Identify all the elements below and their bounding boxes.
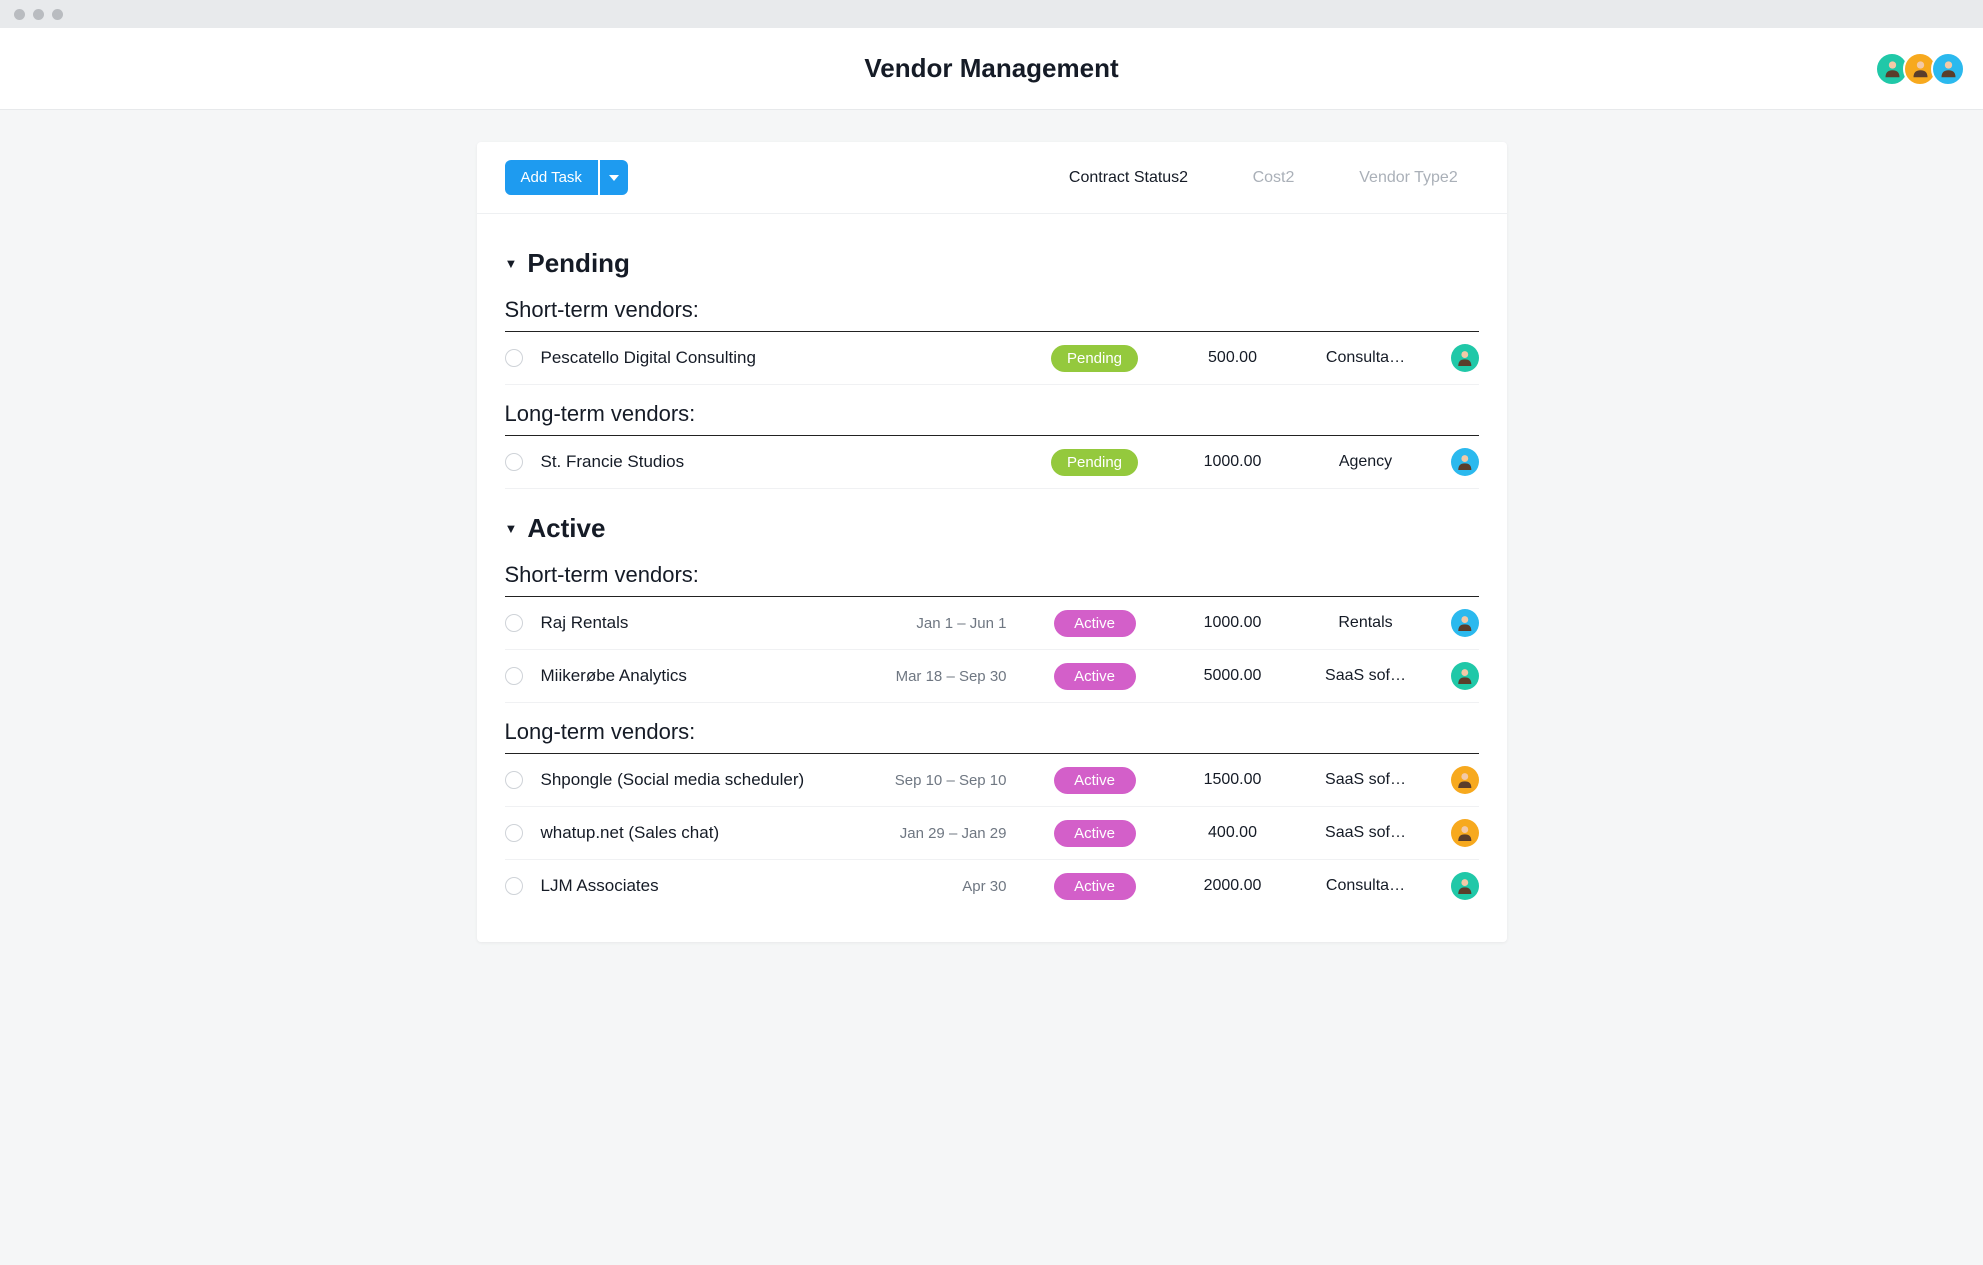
traffic-light-minimize[interactable] <box>33 9 44 20</box>
status-badge[interactable]: Active <box>1054 610 1136 637</box>
vendor-type-value: Rentals <box>1301 614 1431 632</box>
person-icon <box>1455 452 1475 472</box>
task-name[interactable]: Miikerøbe Analytics <box>541 666 859 686</box>
cost-value: 400.00 <box>1173 824 1293 842</box>
caret-down-icon: ▼ <box>505 521 518 536</box>
section-header[interactable]: ▼ Active <box>505 513 1479 544</box>
vendor-type-value: Consulta… <box>1301 877 1431 895</box>
section-title-text: Pending <box>527 248 630 279</box>
person-icon <box>1455 876 1475 896</box>
avatar[interactable] <box>1931 52 1965 86</box>
vendor-type-value: Consulta… <box>1301 349 1431 367</box>
person-icon <box>1455 613 1475 633</box>
task-row[interactable]: Raj Rentals Jan 1 – Jun 1 Active 1000.00 Ren… <box>505 597 1479 650</box>
task-row[interactable]: LJM Associates Apr 30 Active 2000.00 Consult… <box>505 860 1479 912</box>
task-date-range: Sep 10 – Sep 10 <box>867 772 1017 789</box>
avatar[interactable] <box>1451 766 1479 794</box>
complete-checkbox[interactable] <box>505 614 523 632</box>
app-header: Vendor Management <box>0 28 1983 110</box>
person-icon <box>1455 666 1475 686</box>
caret-down-icon: ▼ <box>505 256 518 271</box>
column-header-status[interactable]: Contract Status2 <box>1049 169 1209 187</box>
cost-value: 500.00 <box>1173 349 1293 367</box>
task-name[interactable]: Pescatello Digital Consulting <box>541 348 859 368</box>
avatar[interactable] <box>1451 819 1479 847</box>
avatar[interactable] <box>1451 872 1479 900</box>
complete-checkbox[interactable] <box>505 824 523 842</box>
person-icon <box>1455 770 1475 790</box>
status-badge[interactable]: Active <box>1054 663 1136 690</box>
status-badge[interactable]: Active <box>1054 767 1136 794</box>
task-name[interactable]: whatup.net (Sales chat) <box>541 823 859 843</box>
column-headers: Contract Status2 Cost2 Vendor Type2 <box>1049 169 1479 187</box>
complete-checkbox[interactable] <box>505 771 523 789</box>
complete-checkbox[interactable] <box>505 349 523 367</box>
person-icon <box>1882 58 1903 79</box>
vendor-type-value: SaaS sof… <box>1301 824 1431 842</box>
complete-checkbox[interactable] <box>505 877 523 895</box>
task-name[interactable]: Raj Rentals <box>541 613 859 633</box>
group-header[interactable]: Long-term vendors: <box>505 719 1479 754</box>
content-area: ▼PendingShort-term vendors:Pescatello Di… <box>477 214 1507 912</box>
avatar[interactable] <box>1451 448 1479 476</box>
avatar[interactable] <box>1451 344 1479 372</box>
task-name[interactable]: LJM Associates <box>541 876 859 896</box>
vendor-type-value: SaaS sof… <box>1301 771 1431 789</box>
status-badge[interactable]: Pending <box>1051 449 1138 476</box>
column-header-cost[interactable]: Cost2 <box>1209 169 1339 187</box>
status-badge[interactable]: Active <box>1054 873 1136 900</box>
cost-value: 2000.00 <box>1173 877 1293 895</box>
task-row[interactable]: Shpongle (Social media scheduler) Sep 10 … <box>505 754 1479 807</box>
cost-value: 1000.00 <box>1173 453 1293 471</box>
task-name[interactable]: St. Francie Studios <box>541 452 859 472</box>
main-panel: Add Task Contract Status2 Cost2 Vendor T… <box>477 142 1507 942</box>
person-icon <box>1938 58 1959 79</box>
section-header[interactable]: ▼ Pending <box>505 248 1479 279</box>
cost-value: 1000.00 <box>1173 614 1293 632</box>
group-header[interactable]: Long-term vendors: <box>505 401 1479 436</box>
task-row[interactable]: Pescatello Digital Consulting Pending 500.… <box>505 332 1479 385</box>
traffic-light-zoom[interactable] <box>52 9 63 20</box>
task-row[interactable]: Miikerøbe Analytics Mar 18 – Sep 30 Active… <box>505 650 1479 703</box>
person-icon <box>1455 348 1475 368</box>
task-row[interactable]: St. Francie Studios Pending 1000.00 Agency <box>505 436 1479 489</box>
task-name[interactable]: Shpongle (Social media scheduler) <box>541 770 859 790</box>
group-header[interactable]: Short-term vendors: <box>505 297 1479 332</box>
toolbar: Add Task Contract Status2 Cost2 Vendor T… <box>477 142 1507 214</box>
person-icon <box>1455 823 1475 843</box>
section-title-text: Active <box>527 513 605 544</box>
status-badge[interactable]: Active <box>1054 820 1136 847</box>
add-task-dropdown[interactable] <box>600 160 628 195</box>
avatar[interactable] <box>1451 609 1479 637</box>
task-date-range: Jan 29 – Jan 29 <box>867 825 1017 842</box>
page-title: Vendor Management <box>864 53 1118 84</box>
vendor-type-value: SaaS sof… <box>1301 667 1431 685</box>
traffic-light-close[interactable] <box>14 9 25 20</box>
chevron-down-icon <box>609 175 619 181</box>
column-header-vendor-type[interactable]: Vendor Type2 <box>1339 169 1479 187</box>
avatar[interactable] <box>1451 662 1479 690</box>
cost-value: 1500.00 <box>1173 771 1293 789</box>
collaborator-avatars[interactable] <box>1881 52 1965 86</box>
window-titlebar <box>0 0 1983 28</box>
task-date-range: Apr 30 <box>867 878 1017 895</box>
task-date-range: Mar 18 – Sep 30 <box>867 668 1017 685</box>
vendor-type-value: Agency <box>1301 453 1431 471</box>
task-date-range: Jan 1 – Jun 1 <box>867 615 1017 632</box>
person-icon <box>1910 58 1931 79</box>
group-header[interactable]: Short-term vendors: <box>505 562 1479 597</box>
complete-checkbox[interactable] <box>505 667 523 685</box>
cost-value: 5000.00 <box>1173 667 1293 685</box>
status-badge[interactable]: Pending <box>1051 345 1138 372</box>
task-row[interactable]: whatup.net (Sales chat) Jan 29 – Jan 29 Ac… <box>505 807 1479 860</box>
add-task-button[interactable]: Add Task <box>505 160 598 195</box>
complete-checkbox[interactable] <box>505 453 523 471</box>
